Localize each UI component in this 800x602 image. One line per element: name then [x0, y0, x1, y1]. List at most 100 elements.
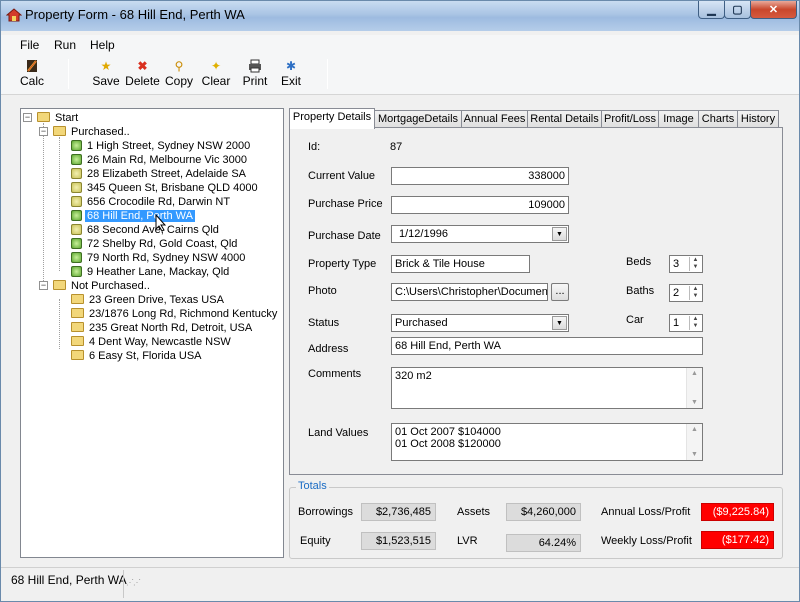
property-tree[interactable]: − Start − Purchased.. 1 High Street, Syd… — [20, 108, 284, 558]
tree-item[interactable]: 68 Second Ave, Cairns Qld — [71, 223, 221, 237]
chevron-down-icon[interactable]: ▼ — [552, 227, 567, 241]
clear-button[interactable]: ✦ Clear — [201, 57, 231, 91]
tree-item[interactable]: 1 High Street, Sydney NSW 2000 — [71, 139, 252, 153]
tab-rental-details[interactable]: Rental Details — [527, 110, 602, 128]
close-button[interactable]: ✕ — [750, 1, 797, 19]
spinner-arrows-icon[interactable]: ▲ ▼ — [689, 316, 701, 330]
tree-root[interactable]: − Start — [23, 111, 80, 125]
address-label: Address — [308, 343, 349, 355]
land-value-line: 01 Oct 2008 $120000 — [395, 438, 501, 450]
tab-property-details[interactable]: Property Details — [289, 108, 375, 129]
title-bar[interactable]: Property Form - 68 Hill End, Perth WA ▁ … — [1, 1, 799, 31]
scroll-up-icon[interactable]: ▲ — [687, 426, 702, 433]
spinner-arrows-icon[interactable]: ▲ ▼ — [689, 286, 701, 300]
tree-item[interactable]: 23 Green Drive, Texas USA — [71, 293, 226, 307]
tree-item[interactable]: 6 Easy St, Florida USA — [71, 349, 204, 363]
tree-item[interactable]: 26 Main Rd, Melbourne Vic 3000 — [71, 153, 249, 167]
tab-mortgage-details[interactable]: MortgageDetails — [374, 110, 462, 128]
current-value-field[interactable]: 338000 — [391, 167, 569, 185]
tree-group-label: Not Purchased.. — [71, 280, 150, 292]
tab-profit-loss[interactable]: Profit/Loss — [601, 110, 659, 128]
tree-root-label: Start — [55, 112, 79, 124]
spinner-arrows-icon[interactable]: ▲ ▼ — [689, 257, 701, 271]
chevron-down-icon[interactable]: ▼ — [552, 316, 567, 330]
purchase-price-field[interactable]: 109000 — [391, 196, 569, 214]
menu-help[interactable]: Help — [90, 38, 115, 52]
tree-item-label: 28 Elizabeth Street, Adelaide SA — [87, 168, 246, 180]
collapse-icon[interactable]: − — [39, 281, 48, 290]
equity-label: Equity — [300, 535, 331, 547]
tree-item[interactable]: 79 North Rd, Sydney NSW 4000 — [71, 251, 247, 265]
tree-item-label: 23 Green Drive, Texas USA — [89, 294, 224, 306]
maximize-button[interactable]: ▢ — [724, 1, 751, 19]
tab-strip: Property Details MortgageDetails Annual … — [289, 108, 783, 129]
tree-item-selected[interactable]: 68 Hill End, Perth WA — [71, 209, 196, 223]
car-stepper[interactable]: 1 ▲ ▼ — [669, 314, 703, 332]
tree-connector — [59, 137, 60, 271]
tab-image[interactable]: Image — [658, 110, 699, 128]
photo-path-field[interactable]: C:\Users\Christopher\Documents\ — [391, 283, 548, 301]
address-field[interactable]: 68 Hill End, Perth WA — [391, 337, 703, 355]
totals-group: Totals Borrowings $2,736,485 Assets $4,2… — [289, 480, 783, 559]
toolbar: Calc ★ Save ✖ Delete ⚲ Copy ✦ Clear Prin… — [1, 55, 799, 95]
tab-charts[interactable]: Charts — [698, 110, 738, 128]
comments-field[interactable]: 320 m2 ▲ ▼ — [391, 367, 703, 409]
land-values-field[interactable]: 01 Oct 2007 $104000 01 Oct 2008 $120000 … — [391, 423, 703, 461]
tree-item[interactable]: 23/1876 Long Rd, Richmond Kentucky — [71, 307, 279, 321]
status-value: Purchased — [395, 317, 448, 329]
beds-stepper[interactable]: 3 ▲ ▼ — [669, 255, 703, 273]
tab-history[interactable]: History — [737, 110, 779, 128]
tab-label: Annual Fees — [463, 113, 526, 125]
delete-button[interactable]: ✖ Delete — [124, 57, 161, 91]
tree-item[interactable]: 28 Elizabeth Street, Adelaide SA — [71, 167, 248, 181]
collapse-icon[interactable]: − — [39, 127, 48, 136]
scroll-down-icon[interactable]: ▼ — [687, 399, 702, 406]
browse-photo-button[interactable]: ... — [551, 283, 569, 301]
tree-item[interactable]: 345 Queen St, Brisbane QLD 4000 — [71, 181, 260, 195]
exit-button[interactable]: ✱ Exit — [277, 57, 305, 91]
baths-stepper[interactable]: 2 ▲ ▼ — [669, 284, 703, 302]
land-values-scrollbar[interactable]: ▲ ▼ — [686, 424, 702, 460]
borrowings-label: Borrowings — [298, 506, 354, 518]
collapse-icon[interactable]: − — [23, 113, 32, 122]
baths-value: 2 — [673, 287, 680, 299]
tree-group-not-purchased[interactable]: − Not Purchased.. — [39, 279, 152, 293]
tree-item-label: 1 High Street, Sydney NSW 2000 — [87, 140, 251, 152]
maximize-icon: ▢ — [732, 4, 743, 16]
tree-item[interactable]: 235 Great North Rd, Detroit, USA — [71, 321, 254, 335]
baths-label: Baths — [626, 285, 655, 297]
calculator-icon — [25, 59, 39, 73]
gear-icon: ✱ — [285, 59, 297, 73]
menu-file[interactable]: File — [20, 38, 39, 52]
comments-label: Comments — [308, 368, 362, 380]
tab-label: MortgageDetails — [377, 113, 459, 125]
minimize-button[interactable]: ▁ — [698, 1, 725, 19]
tab-label: Profit/Loss — [604, 113, 656, 125]
purchase-date-value: 1/12/1996 — [399, 228, 448, 240]
property-type-field[interactable]: Brick & Tile House — [391, 255, 530, 273]
comments-scrollbar[interactable]: ▲ ▼ — [686, 368, 702, 408]
tree-item[interactable]: 656 Crocodile Rd, Darwin NT — [71, 195, 232, 209]
tree-item-label: 68 Hill End, Perth WA — [84, 209, 196, 223]
tab-label: Rental Details — [530, 113, 599, 125]
assets-value: $4,260,000 — [506, 503, 581, 521]
tree-item[interactable]: 72 Shelby Rd, Gold Coast, Qld — [71, 237, 239, 251]
lvr-label: LVR — [457, 535, 478, 547]
scroll-up-icon[interactable]: ▲ — [687, 370, 702, 377]
delete-icon: ✖ — [137, 59, 148, 73]
tree-item[interactable]: 9 Heather Lane, Mackay, Qld — [71, 265, 231, 279]
print-button[interactable]: Print — [240, 57, 270, 91]
calc-button[interactable]: Calc — [17, 57, 47, 91]
tree-group-purchased[interactable]: − Purchased.. — [39, 125, 132, 139]
purchase-date-picker[interactable]: 1/12/1996 ▼ — [391, 225, 569, 243]
photo-label: Photo — [308, 285, 337, 297]
scroll-down-icon[interactable]: ▼ — [687, 451, 702, 458]
printer-icon — [248, 59, 262, 73]
status-select[interactable]: Purchased ▼ — [391, 314, 569, 332]
resize-grip-icon[interactable]: ⋰⋰ — [126, 578, 141, 587]
copy-button[interactable]: ⚲ Copy — [164, 57, 194, 91]
tab-annual-fees[interactable]: Annual Fees — [461, 110, 528, 128]
tree-item[interactable]: 4 Dent Way, Newcastle NSW — [71, 335, 233, 349]
save-button[interactable]: ★ Save — [91, 57, 121, 91]
menu-run[interactable]: Run — [54, 38, 76, 52]
